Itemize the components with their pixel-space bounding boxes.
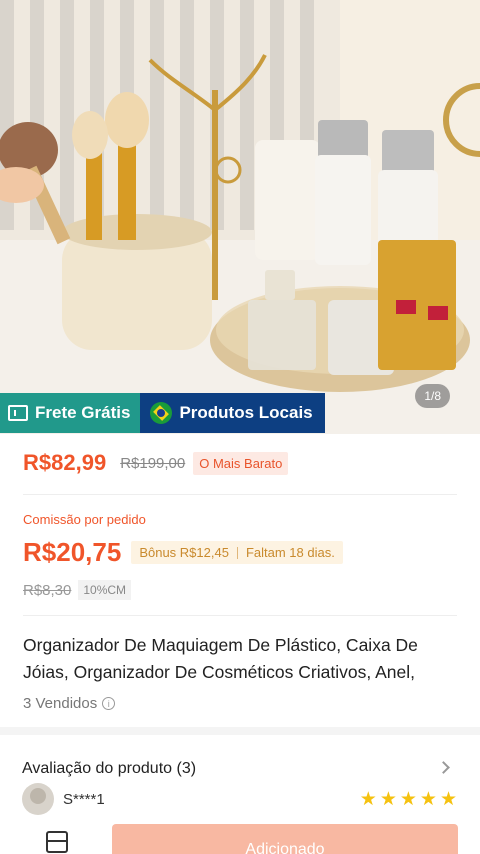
section-gap bbox=[0, 727, 480, 735]
divider bbox=[23, 615, 457, 616]
bonus-box: Bônus R$12,45 Faltam 18 dias. bbox=[131, 541, 343, 564]
star-icon: ★ bbox=[359, 789, 377, 810]
bonus-amount: Bônus R$12,45 bbox=[139, 545, 229, 560]
sold-count-label: 3 Vendidos bbox=[23, 695, 98, 712]
price-row: R$82,99 R$199,00 O Mais Barato bbox=[23, 450, 289, 476]
local-products-badge: Produtos Locais bbox=[140, 393, 325, 433]
free-shipping-label: Frete Grátis bbox=[35, 403, 131, 422]
chevron-right-icon[interactable] bbox=[437, 761, 450, 774]
current-price: R$82,99 bbox=[23, 450, 107, 475]
store-icon[interactable] bbox=[46, 831, 68, 853]
commission-label: Comissão por pedido bbox=[23, 512, 146, 527]
rating-stars: ★ ★ ★ ★ ★ bbox=[360, 788, 457, 811]
sold-count: 3 Vendidos i bbox=[23, 695, 116, 712]
reviews-title[interactable]: Avaliação do produto (3) bbox=[22, 760, 196, 778]
product-photo bbox=[0, 0, 480, 434]
free-shipping-badge: Frete Grátis bbox=[0, 393, 141, 433]
divider bbox=[23, 494, 457, 495]
commission-rate-tag: 10%CM bbox=[78, 580, 132, 600]
avatar bbox=[22, 783, 54, 815]
truck-ticket-icon bbox=[8, 405, 28, 421]
local-products-label: Produtos Locais bbox=[179, 403, 313, 422]
add-button-label: Adicionado bbox=[245, 841, 325, 854]
commission-row: R$20,75 Bônus R$12,45 Faltam 18 dias. bbox=[23, 537, 343, 568]
original-commission: R$8,30 bbox=[23, 581, 72, 599]
reviewer-name: S****1 bbox=[63, 790, 105, 808]
bottom-action-bar: Adicionado bbox=[0, 816, 480, 854]
original-price: R$199,00 bbox=[120, 454, 186, 472]
brazil-flag-icon bbox=[150, 402, 173, 424]
review-item: S****1 bbox=[22, 783, 105, 815]
product-image-carousel[interactable]: Frete Grátis Produtos Locais 1/8 bbox=[0, 0, 480, 434]
add-button[interactable]: Adicionado bbox=[112, 824, 458, 854]
star-icon: ★ bbox=[399, 789, 417, 810]
original-commission-row: R$8,30 10%CM bbox=[23, 580, 132, 600]
info-icon[interactable]: i bbox=[102, 697, 116, 710]
commission-value: R$20,75 bbox=[23, 537, 122, 567]
cheapest-tag: O Mais Barato bbox=[193, 451, 289, 475]
product-title: Organizador De Maquiagem De Plástico, Ca… bbox=[23, 635, 418, 682]
bonus-remaining: Faltam 18 dias. bbox=[245, 545, 335, 560]
star-icon: ★ bbox=[439, 789, 457, 810]
bonus-separator bbox=[236, 546, 238, 559]
image-pager: 1/8 bbox=[415, 384, 450, 408]
star-icon: ★ bbox=[419, 789, 437, 810]
star-icon: ★ bbox=[379, 789, 397, 810]
